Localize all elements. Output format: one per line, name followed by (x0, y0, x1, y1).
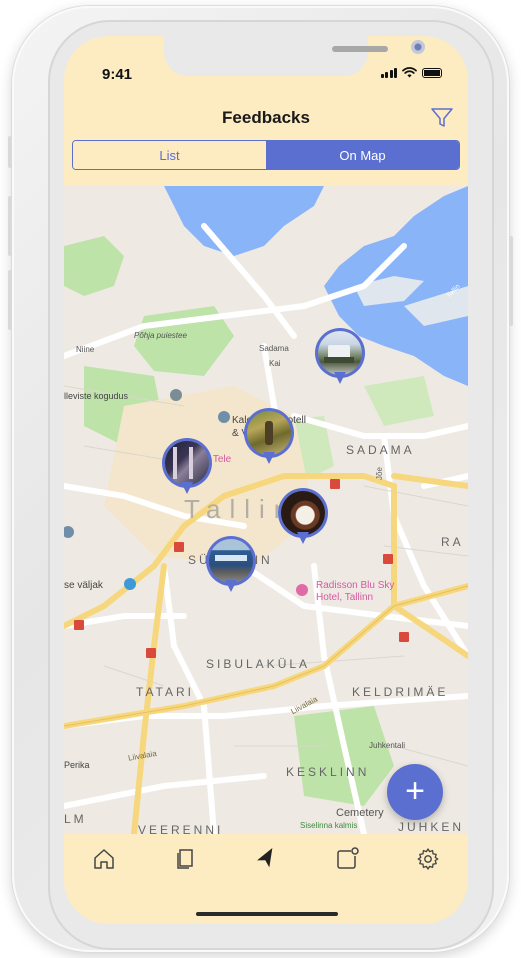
battery-icon (422, 68, 442, 78)
list-tab[interactable]: List (73, 141, 266, 169)
label-radisson-2: Hotel, Tallinn (316, 592, 373, 603)
label-cemetery: Cemetery (336, 807, 384, 819)
tab-settings[interactable] (408, 839, 448, 879)
park-6 (364, 376, 434, 426)
photo-interior (165, 441, 209, 485)
marker-tram[interactable] (206, 536, 256, 594)
label-joe: Jõe (375, 467, 384, 480)
marker-park[interactable] (244, 408, 294, 466)
photo-park (247, 411, 291, 455)
church-icon (170, 389, 182, 401)
home-indicator[interactable] (196, 912, 338, 916)
label-kogudus: lleviste kogudus (64, 391, 129, 401)
add-feedback-button[interactable]: + (387, 764, 443, 820)
label-valjak: se väljak (64, 580, 104, 591)
view-toggle: List On Map (72, 140, 460, 170)
label-niine: Niine (76, 345, 95, 354)
volume-up-button (8, 196, 12, 256)
label-sibulakula: SIBULAKÜLA (206, 657, 310, 671)
app-screen: 9:41 Feedbacks List On Map Põhja puieste… (64, 36, 468, 924)
map-labels: Põhja puiestee Sadama Kai Niine lleviste… (64, 283, 464, 834)
park-1 (64, 236, 124, 296)
wifi-icon (402, 67, 417, 78)
photo-food (281, 491, 325, 535)
volume-down-button (8, 270, 12, 330)
label-ra: RA (441, 535, 464, 549)
settings-icon (417, 848, 439, 870)
tab-home[interactable] (84, 839, 124, 879)
map-canvas: Põhja puiestee Sadama Kai Niine lleviste… (64, 186, 468, 834)
status-time: 9:41 (102, 66, 133, 83)
label-sadama: SADAMA (346, 443, 415, 457)
label-sadama-street: Sadama (259, 344, 289, 353)
label-veerenni: VEERENNI (138, 823, 223, 834)
photo-tram (209, 539, 253, 583)
label-erika: Perika (64, 760, 90, 770)
label-kai: Kai (269, 359, 281, 368)
home-icon (94, 849, 115, 869)
radisson-poi-icon (296, 584, 308, 596)
label-tatari: TATARI (136, 685, 194, 699)
power-button (509, 236, 513, 326)
status-icons (380, 67, 442, 78)
marker-interior[interactable] (162, 438, 212, 496)
marker-harbour[interactable] (315, 328, 365, 386)
marker-food[interactable] (278, 488, 328, 546)
tab-pages[interactable] (165, 839, 205, 879)
page-title: Feedbacks (222, 108, 310, 127)
square-poi-icon (124, 578, 136, 590)
label-radisson: Radisson Blu Sky (316, 580, 394, 591)
label-juhken: JUHKEN (398, 820, 465, 834)
poi-left-icon (64, 526, 74, 538)
mute-switch (8, 136, 12, 168)
pages-icon (177, 849, 193, 869)
map-view[interactable]: Põhja puiestee Sadama Kai Niine lleviste… (64, 186, 468, 834)
photo-harbour (318, 331, 362, 375)
label-lm: LM (64, 812, 87, 826)
label-keldrimae: KELDRIMÄE (352, 685, 448, 699)
cellular-signal-icon (380, 68, 397, 78)
camera (411, 40, 425, 54)
on-map-tab[interactable]: On Map (266, 141, 459, 169)
label-kesklinn: KESKLINN (286, 765, 369, 779)
label-siselinna: Siselinna kalmis (300, 821, 357, 830)
hotel-poi-icon (218, 411, 230, 423)
notch (164, 36, 425, 76)
filter-icon[interactable] (430, 106, 454, 130)
tab-navigation[interactable] (246, 839, 286, 879)
notification-icon (337, 847, 359, 869)
tab-bar (64, 834, 468, 884)
main-road-edges (64, 585, 468, 727)
harbour-water (164, 186, 324, 256)
tab-notifications[interactable] (327, 839, 367, 879)
label-pohja: Põhja puiestee (134, 331, 187, 340)
label-juhkentali: Juhkentali (369, 741, 405, 750)
navigation-icon (257, 847, 273, 868)
speaker (332, 46, 388, 52)
